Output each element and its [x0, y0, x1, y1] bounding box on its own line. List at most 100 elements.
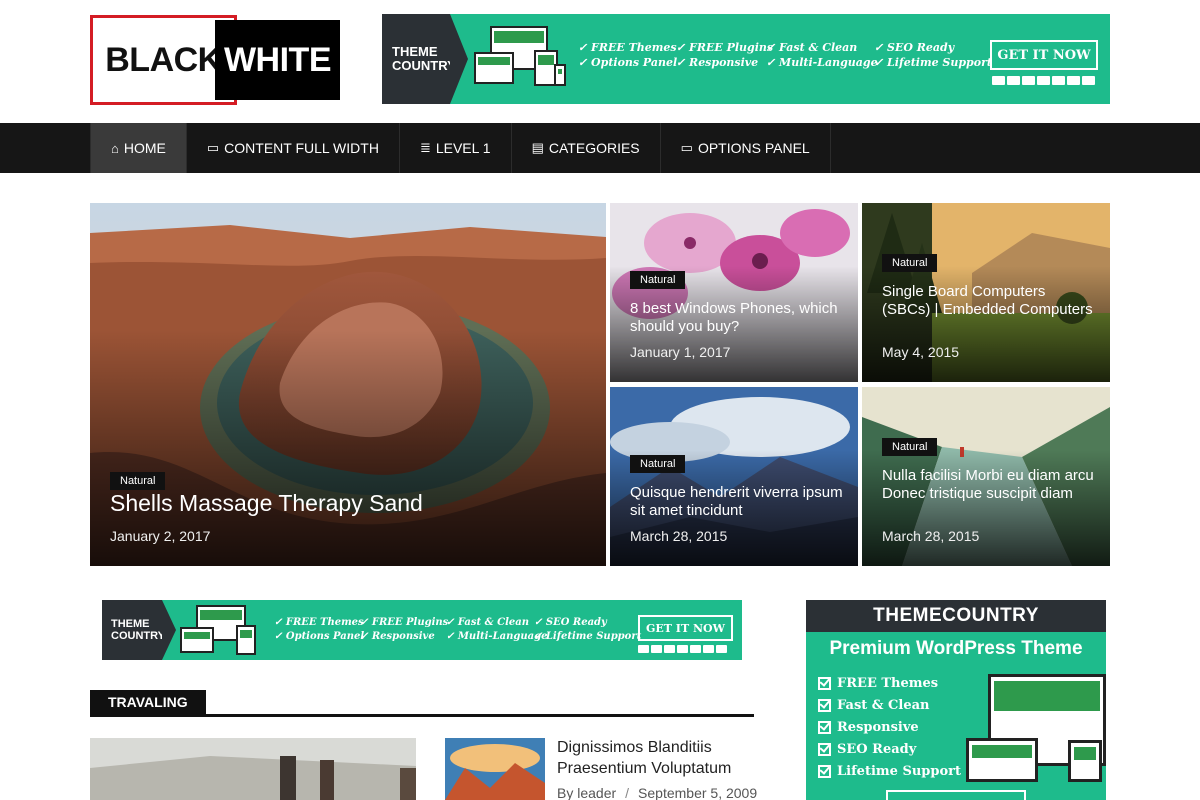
section-header: TRAVALING [90, 690, 754, 717]
widget-feature-list: FREE Themes Fast & Clean Responsive SEO … [818, 672, 961, 782]
post-thumbnail-small[interactable] [445, 738, 545, 800]
ad-brand: THEME COUNTRY [102, 600, 165, 660]
post-title[interactable]: Shells Massage Therapy Sand [110, 490, 590, 518]
home-icon: ⌂ [111, 140, 119, 156]
ad-feature: ✓ FREE Themes [578, 41, 677, 54]
ad-feature: ✓ Lifetime Support [874, 55, 992, 69]
nav-item-label: OPTIONS PANEL [697, 140, 810, 156]
ad-feature-col-2: ✓ FREE Plugins ✓ Responsive [360, 616, 448, 643]
ad-feature: ✓ Options Panel [578, 55, 678, 69]
widget-tablet-image [1068, 740, 1102, 782]
meta-separator: / [625, 785, 630, 800]
nav-item-home[interactable]: ⌂ HOME [91, 123, 187, 173]
post-thumbnail-large[interactable] [90, 738, 416, 800]
ad-feature: ✓ Multi-Language [766, 55, 878, 69]
ad-feature-col-3: ✓ Fast & Clean ✓ Multi-Language [446, 616, 547, 643]
ad-feature: ✓ Fast & Clean [766, 41, 858, 54]
content-banner-ad[interactable]: THEME COUNTRY ✓ FREE Themes ✓ Options Pa… [102, 600, 742, 660]
ad-feature: ✓ Options Panel [274, 630, 365, 642]
payment-cards-icon [638, 645, 727, 653]
checkbox-icon [818, 764, 831, 778]
featured-post-small[interactable]: Natural 8 best Windows Phones, which sho… [610, 203, 858, 382]
post-date: January 1, 2017 [630, 344, 731, 360]
widget-feature: FREE Themes [818, 672, 961, 694]
featured-post-small[interactable]: Natural Nulla facilisi Morbi eu diam arc… [862, 387, 1110, 566]
nav-item-label: LEVEL 1 [435, 140, 491, 156]
ad-brand-line1: THEME [392, 43, 438, 59]
featured-post-small[interactable]: Natural Single Board Computers (SBCs) | … [862, 203, 1110, 382]
credit-card-icon: ▭ [206, 140, 220, 155]
category-badge[interactable]: Natural [882, 438, 938, 456]
ad-devices-image [474, 26, 566, 92]
ad-brand: THEME COUNTRY [382, 14, 456, 104]
widget-feature-label: Fast & Clean [837, 697, 930, 713]
ad-brand-line2: COUNTRY [111, 630, 165, 642]
nav-menu: ⌂ HOME ▭ CONTENT FULL WIDTH ≣ LEVEL 1 ▤ … [90, 123, 831, 173]
nav-item-categories[interactable]: ▤ CATEGORIES [512, 123, 661, 173]
ad-feature: ✓ Lifetime Support [534, 630, 642, 642]
ad-feature: ✓ Fast & Clean [446, 617, 530, 628]
post-meta: By leader / September 5, 2009 [557, 785, 757, 800]
ad-get-it-now-button[interactable]: GET IT NOW [990, 40, 1098, 70]
post-date: January 2, 2017 [110, 528, 211, 544]
ad-feature: ✓ Multi-Language [446, 630, 548, 642]
ad-brand-arrow [162, 600, 176, 660]
post-date: March 28, 2015 [882, 528, 980, 544]
ad-feature: ✓ FREE Plugins [676, 41, 774, 54]
ad-brand-line2: COUNTRY [392, 58, 456, 73]
post-date: September 5, 2009 [638, 785, 758, 800]
widget-feature-label: FREE Themes [837, 675, 939, 691]
category-badge[interactable]: Natural [882, 254, 938, 272]
ad-feature-col-3: ✓ Fast & Clean ✓ Multi-Language [766, 41, 878, 71]
ad-feature: ✓ SEO Ready [534, 617, 607, 628]
widget-feature: Lifetime Support [818, 760, 961, 782]
ad-feature-col-1: ✓ FREE Themes ✓ Options Panel [274, 616, 364, 643]
desktop-icon: ▭ [680, 140, 693, 155]
nav-item-content-full-width[interactable]: ▭ CONTENT FULL WIDTH [187, 123, 400, 173]
header-banner-ad[interactable]: THEME COUNTRY ✓ FREE Themes ✓ Options Pa… [382, 14, 1110, 104]
featured-post-small[interactable]: Natural Quisque hendrerit viverra ipsum … [610, 387, 858, 566]
ad-feature-col-1: ✓ FREE Themes ✓ Options Panel [578, 41, 677, 71]
checkbox-icon [818, 698, 831, 712]
widget-brand: THEMECOUNTRY [806, 600, 1106, 632]
ad-brand-line1: THEME [111, 617, 150, 630]
ad-get-it-now-button[interactable]: GET IT NOW [638, 615, 733, 641]
nav-item-label: HOME [123, 140, 166, 156]
category-badge[interactable]: Natural [110, 472, 166, 490]
payment-cards-icon [992, 76, 1095, 85]
site-logo[interactable]: BLACK WHITE [90, 15, 340, 105]
post-image [90, 738, 416, 800]
ad-feature: ✓ Responsive [676, 55, 759, 69]
section-title: TRAVALING [90, 690, 206, 714]
featured-post-large[interactable]: Natural Shells Massage Therapy Sand Janu… [90, 203, 606, 566]
widget-feature: Fast & Clean [818, 694, 961, 716]
checkbox-icon [818, 676, 831, 690]
category-badge[interactable]: Natural [630, 271, 686, 289]
widget-button-edge[interactable] [886, 790, 1026, 800]
main-navigation: ⌂ HOME ▭ CONTENT FULL WIDTH ≣ LEVEL 1 ▤ … [0, 123, 1200, 173]
post-title[interactable]: Single Board Computers (SBCs) | Embedded… [882, 283, 1097, 319]
post-title[interactable]: Quisque hendrerit viverra ipsum sit amet… [630, 484, 845, 520]
widget-laptop-image [966, 738, 1038, 782]
nav-item-label: CATEGORIES [548, 140, 640, 156]
post-title[interactable]: Nulla facilisi Morbi eu diam arcu Donec … [882, 467, 1097, 503]
nav-item-options-panel[interactable]: ▭ OPTIONS PANEL [661, 123, 831, 173]
post-title[interactable]: 8 best Windows Phones, which should you … [630, 300, 845, 336]
post-author[interactable]: By leader [557, 785, 616, 800]
post-title[interactable]: Dignissimos Blanditiis Praesentium Volup… [557, 738, 757, 780]
ad-feature-col-4: ✓ SEO Ready ✓ Lifetime Support [874, 41, 992, 71]
widget-feature: Responsive [818, 716, 961, 738]
widget-feature-label: SEO Ready [837, 741, 917, 757]
sidebar-ad-widget[interactable]: THEMECOUNTRY Premium WordPress Theme FRE… [806, 600, 1106, 800]
archive-icon: ▤ [531, 140, 544, 155]
ad-feature-col-4: ✓ SEO Ready ✓ Lifetime Support [534, 616, 641, 643]
checkbox-icon [818, 742, 831, 756]
widget-feature-label: Lifetime Support [837, 763, 961, 779]
widget-subtitle: Premium WordPress Theme [829, 638, 1083, 659]
post-date: March 28, 2015 [630, 528, 728, 544]
list-icon: ≣ [419, 140, 431, 155]
ad-feature: ✓ Responsive [360, 630, 435, 642]
category-badge[interactable]: Natural [630, 455, 686, 473]
logo-white-part: WHITE [215, 20, 340, 100]
nav-item-level-1[interactable]: ≣ LEVEL 1 [400, 123, 512, 173]
